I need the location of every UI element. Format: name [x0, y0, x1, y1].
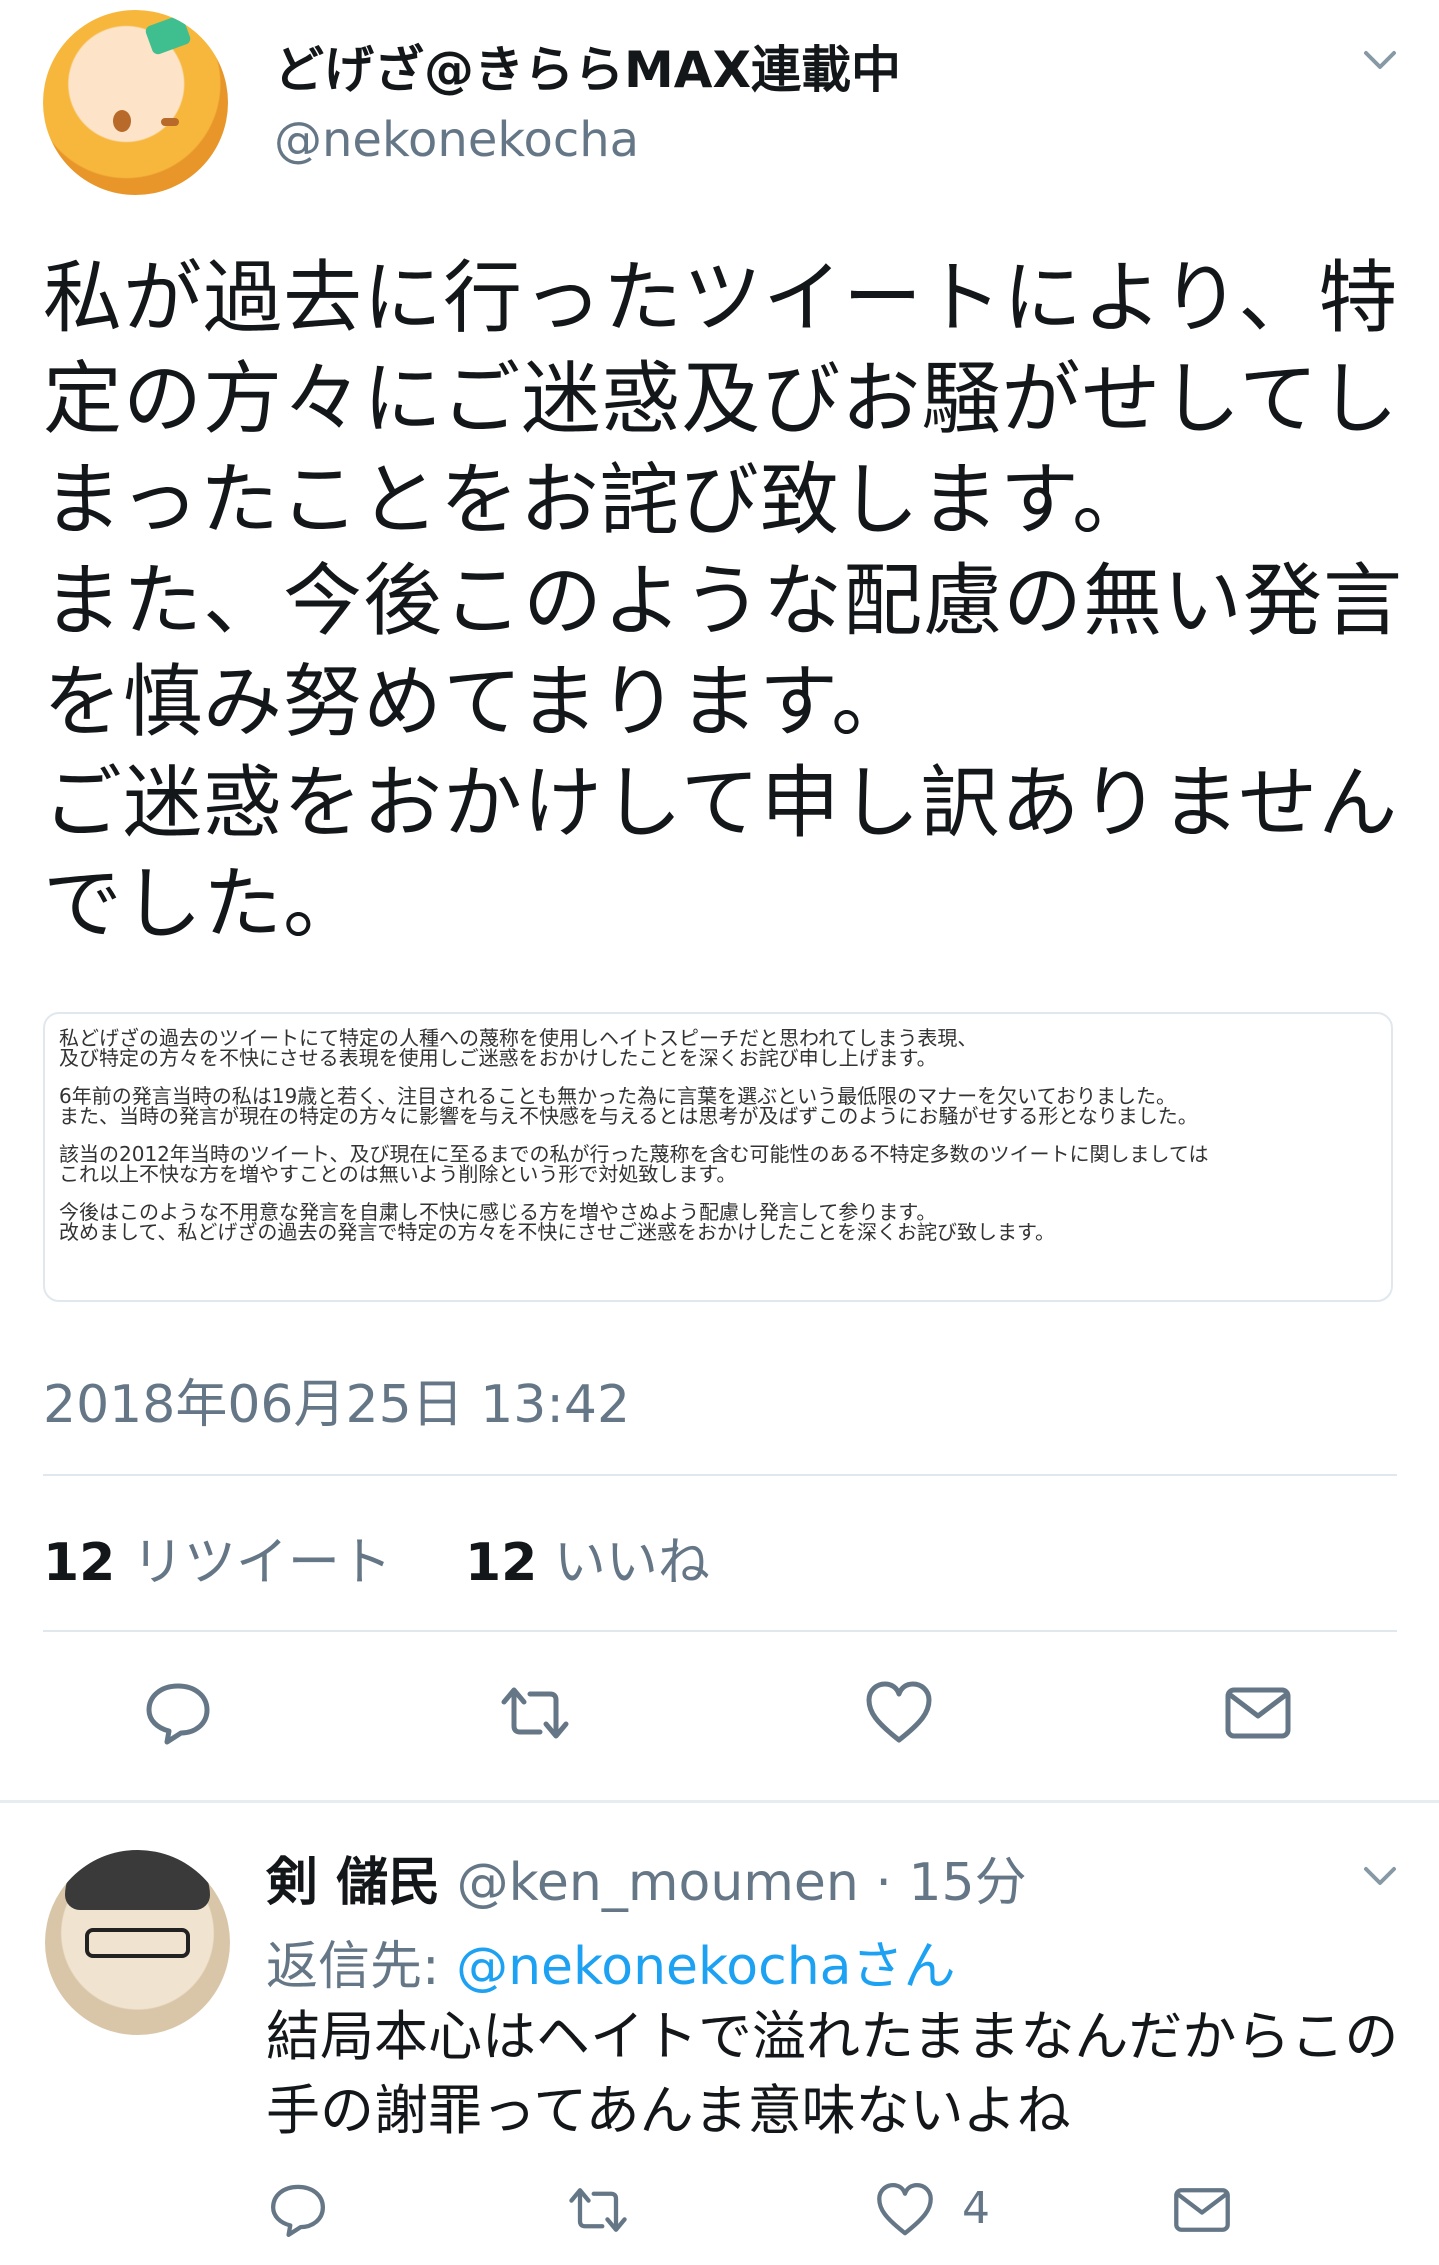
- author-handle[interactable]: @nekonekocha: [274, 112, 639, 168]
- attachment-paragraph: 該当の2012年当時のツイート、及び現在に至るまでの私が行った蔑称を含む可能性の…: [59, 1144, 1375, 1184]
- tweet-text-line: を慎み努めてまります。: [43, 656, 912, 748]
- heart-icon[interactable]: [875, 2180, 935, 2240]
- reply-handle-time[interactable]: @ken_moumen · 15分: [457, 1853, 1027, 1913]
- tweet-text-line: ご迷惑をおかけして申し訳ありません: [43, 757, 1399, 849]
- author-display-name[interactable]: どげざ@きららMAX連載中: [274, 30, 901, 102]
- reply-text-line: 手の謝罪ってあんま意味ないよね: [266, 2079, 1071, 2142]
- divider: [43, 1474, 1397, 1476]
- attachment-line: 該当の2012年当時のツイート、及び現在に至るまでの私が行った蔑称を含む可能性の…: [59, 1142, 1209, 1166]
- reply-author-avatar[interactable]: [45, 1850, 230, 2035]
- attachment-paragraph: 6年前の発言当時の私は19歳と若く、注目されることも無かった為に言葉を選ぶという…: [59, 1086, 1375, 1126]
- attachment-paragraph: 私どげざの過去のツイートにて特定の人種への蔑称を使用しヘイトスピーチだと思われて…: [59, 1028, 1375, 1068]
- reply-text-line: 結局本心はヘイトで溢れたままなんだからこの: [266, 2005, 1399, 2068]
- like-count: 12: [464, 1533, 538, 1593]
- reply-header: 剣 儲民 @ken_moumen · 15分: [266, 1840, 1027, 1915]
- avatar-glasses: [85, 1928, 190, 1958]
- attachment-line: 私どげざの過去のツイートにて特定の人種への蔑称を使用しヘイトスピーチだと思われて…: [59, 1026, 978, 1050]
- heart-icon[interactable]: [864, 1678, 934, 1748]
- retweet-stat[interactable]: 12 リツイート: [43, 1533, 392, 1593]
- tweet-timestamp[interactable]: 2018年06月25日 13:42: [43, 1362, 630, 1437]
- retweet-icon[interactable]: [568, 2180, 628, 2240]
- attachment-line: 改めまして、私どげざの過去の発言で特定の方々を不快にさせご迷惑をおかけしたことを…: [59, 1220, 1055, 1244]
- avatar-eye: [113, 110, 131, 132]
- chevron-down-icon[interactable]: [1360, 1856, 1400, 1896]
- reply-to-prefix: 返信先:: [266, 1937, 457, 1997]
- attachment-line: また、当時の発言が現在の特定の方々に影響を与え不快感を与えるとは思考が及ばずこの…: [59, 1104, 1198, 1128]
- envelope-icon[interactable]: [1172, 2180, 1232, 2240]
- avatar-hair-accent: [144, 14, 192, 56]
- reply-like-count: 4: [962, 2183, 990, 2234]
- chevron-down-icon[interactable]: [1360, 40, 1400, 80]
- like-stat[interactable]: 12 いいね: [465, 1533, 710, 1593]
- divider: [43, 1630, 1397, 1632]
- reply-icon[interactable]: [143, 1678, 213, 1748]
- avatar-eye: [161, 118, 179, 126]
- tweet-text-line: 定の方々にご迷惑及びお騒がせしてし: [43, 353, 1400, 445]
- reply-text: 結局本心はヘイトで溢れたままなんだからこの 手の謝罪ってあんま意味ないよね: [266, 2000, 1426, 2148]
- retweet-count: 12: [43, 1533, 116, 1593]
- author-avatar[interactable]: [43, 10, 228, 195]
- avatar-hair: [65, 1850, 210, 1910]
- attached-image[interactable]: 私どげざの過去のツイートにて特定の人種への蔑称を使用しヘイトスピーチだと思われて…: [43, 1012, 1393, 1302]
- attachment-line: 今後はこのような不用意な発言を自粛し不快に感じる方を増やさぬよう配慮し発言して参…: [59, 1200, 937, 1224]
- tweet-stats: 12 リツイート 12 いいね: [43, 1520, 710, 1595]
- attachment-line: これ以上不快な方を増やすことのは無いよう削除という形で対処致します。: [59, 1162, 737, 1186]
- attachment-line: 及び特定の方々を不快にさせる表現を使用しご迷惑をおかけしたことを深くお詫び申し上…: [59, 1046, 937, 1070]
- tweet-text-line: 私が過去に行ったツイートにより、特: [43, 252, 1399, 344]
- reply-to-mention[interactable]: @nekonekochaさん: [456, 1937, 955, 1997]
- reply-display-name[interactable]: 剣 儲民: [266, 1853, 440, 1913]
- reply-to-line: 返信先: @nekonekochaさん: [266, 1924, 956, 1999]
- attachment-paragraph: 今後はこのような不用意な発言を自粛し不快に感じる方を増やさぬよう配慮し発言して参…: [59, 1202, 1375, 1242]
- like-label: いいね: [553, 1533, 710, 1593]
- tweet-text-line: まったことをお詫び致します。: [43, 454, 1152, 546]
- retweet-label: リツイート: [131, 1533, 392, 1593]
- tweet-text-line: また、今後このような配慮の無い発言: [43, 555, 1403, 647]
- envelope-icon[interactable]: [1223, 1678, 1293, 1748]
- tweet-text: 私が過去に行ったツイートにより、特 定の方々にご迷惑及びお騒がせしてし まったこ…: [43, 248, 1413, 955]
- section-divider: [0, 1800, 1439, 1803]
- attachment-line: 6年前の発言当時の私は19歳と若く、注目されることも無かった為に言葉を選ぶという…: [59, 1084, 1176, 1108]
- reply-icon[interactable]: [268, 2180, 328, 2240]
- retweet-icon[interactable]: [500, 1678, 570, 1748]
- tweet-text-line: でした。: [43, 858, 363, 950]
